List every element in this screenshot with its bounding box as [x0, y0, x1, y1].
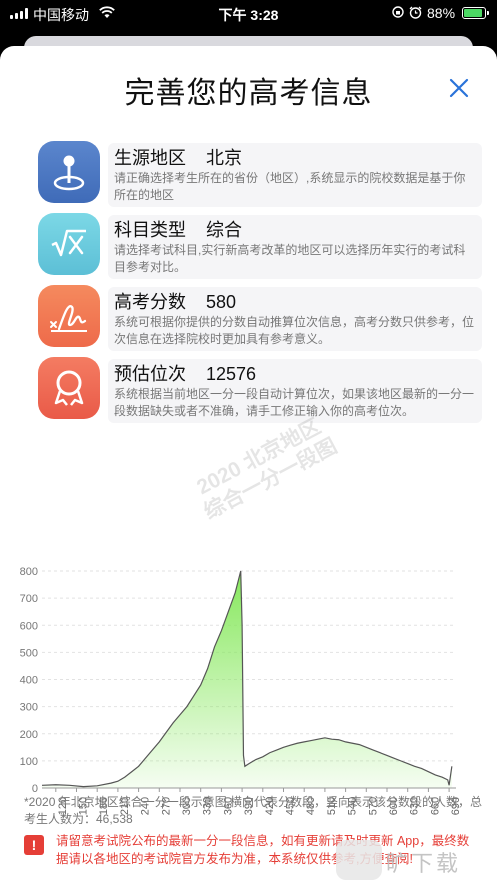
battery-percentage: 88%	[427, 5, 456, 21]
subject-type-panel: 科目类型 综合 请选择考试科目,实行新高考改革的地区可以选择历年实行的考试科目参考…	[108, 215, 482, 279]
score-panel: 高考分数 580 系统可根据你提供的分数自动推算位次信息，高考分数只供参考，位次信…	[108, 287, 482, 351]
close-icon[interactable]	[446, 75, 472, 101]
y-tick-label: 600	[20, 620, 38, 632]
region-description: 请正确选择考生所在的省份（地区）,系统显示的院校数据是基于你所在的地区	[114, 171, 466, 202]
clock-time: 下午 3:28	[218, 7, 279, 23]
y-tick-label: 400	[20, 675, 38, 687]
alarm-icon	[409, 6, 422, 19]
region-label: 生源地区	[114, 148, 186, 168]
signature-icon	[38, 285, 100, 347]
download-site-logo-icon	[336, 840, 382, 880]
subject-type-value: 综合	[206, 220, 242, 240]
rank-panel: 预估位次 12576 系统根据当前地区一分一段自动计算位次，如果该地区最新的一分一…	[108, 359, 482, 423]
chart-footnote: *2020 年北京地区综合一分一段示意图,横向代表分数段，竖向表示该分数段的人数…	[24, 795, 483, 826]
region-value: 北京	[206, 148, 242, 168]
region-row[interactable]: 生源地区 北京 请正确选择考生所在的省份（地区）,系统显示的院校数据是基于你所在的…	[38, 141, 482, 207]
rank-value: 12576	[206, 364, 257, 384]
profile-info-sheet: 完善您的高考信息 生源地区 北京 请正确选择考生所在的省份（地区）,系统显示的院校…	[0, 46, 497, 883]
y-tick-label: 700	[20, 593, 38, 605]
ribbon-badge-icon	[38, 357, 100, 419]
y-tick-label: 200	[20, 729, 38, 741]
score-label: 高考分数	[114, 292, 186, 312]
y-tick-label: 800	[20, 566, 38, 578]
battery-icon	[462, 7, 489, 19]
distribution-line	[41, 570, 453, 788]
score-description: 系统可根据你提供的分数自动推算位次信息，高考分数只供参考，位次信息在选择院校时更…	[114, 315, 475, 346]
score-row[interactable]: 高考分数 580 系统可根据你提供的分数自动推算位次信息，高考分数只供参考，位次信…	[38, 285, 482, 351]
square-root-icon	[38, 213, 100, 275]
rank-row[interactable]: 预估位次 12576 系统根据当前地区一分一段自动计算位次，如果该地区最新的一分一…	[38, 357, 482, 423]
battery-level-fill	[464, 9, 482, 17]
rank-description: 系统根据当前地区一分一段自动计算位次，如果该地区最新的一分一段数据缺失或者不准确…	[114, 387, 475, 418]
subject-type-row[interactable]: 科目类型 综合 请选择考试科目,实行新高考改革的地区可以选择历年实行的考试科目参考…	[38, 213, 482, 279]
location-pin-icon	[38, 141, 100, 203]
subject-type-description: 请选择考试科目,实行新高考改革的地区可以选择历年实行的考试科目参考对比。	[114, 243, 466, 274]
warning-icon: !	[24, 835, 44, 855]
status-bar: 中国移动 下午 3:28 88%	[0, 0, 497, 26]
y-tick-label: 100	[20, 756, 38, 768]
y-tick-label: 300	[20, 702, 38, 714]
region-panel: 生源地区 北京 请正确选择考生所在的省份（地区）,系统显示的院校数据是基于你所在的…	[108, 143, 482, 207]
score-value: 580	[206, 292, 237, 312]
corner-watermark-text: 旷下载	[386, 851, 462, 876]
y-tick-label: 500	[20, 647, 38, 659]
rank-label: 预估位次	[114, 364, 186, 384]
score-distribution-chart: 0100200300400500600700800120 150 180 210 240…	[20, 566, 462, 815]
subject-type-label: 科目类型	[114, 220, 186, 240]
orientation-lock-icon	[392, 6, 404, 18]
sheet-title: 完善您的高考信息	[124, 77, 373, 110]
